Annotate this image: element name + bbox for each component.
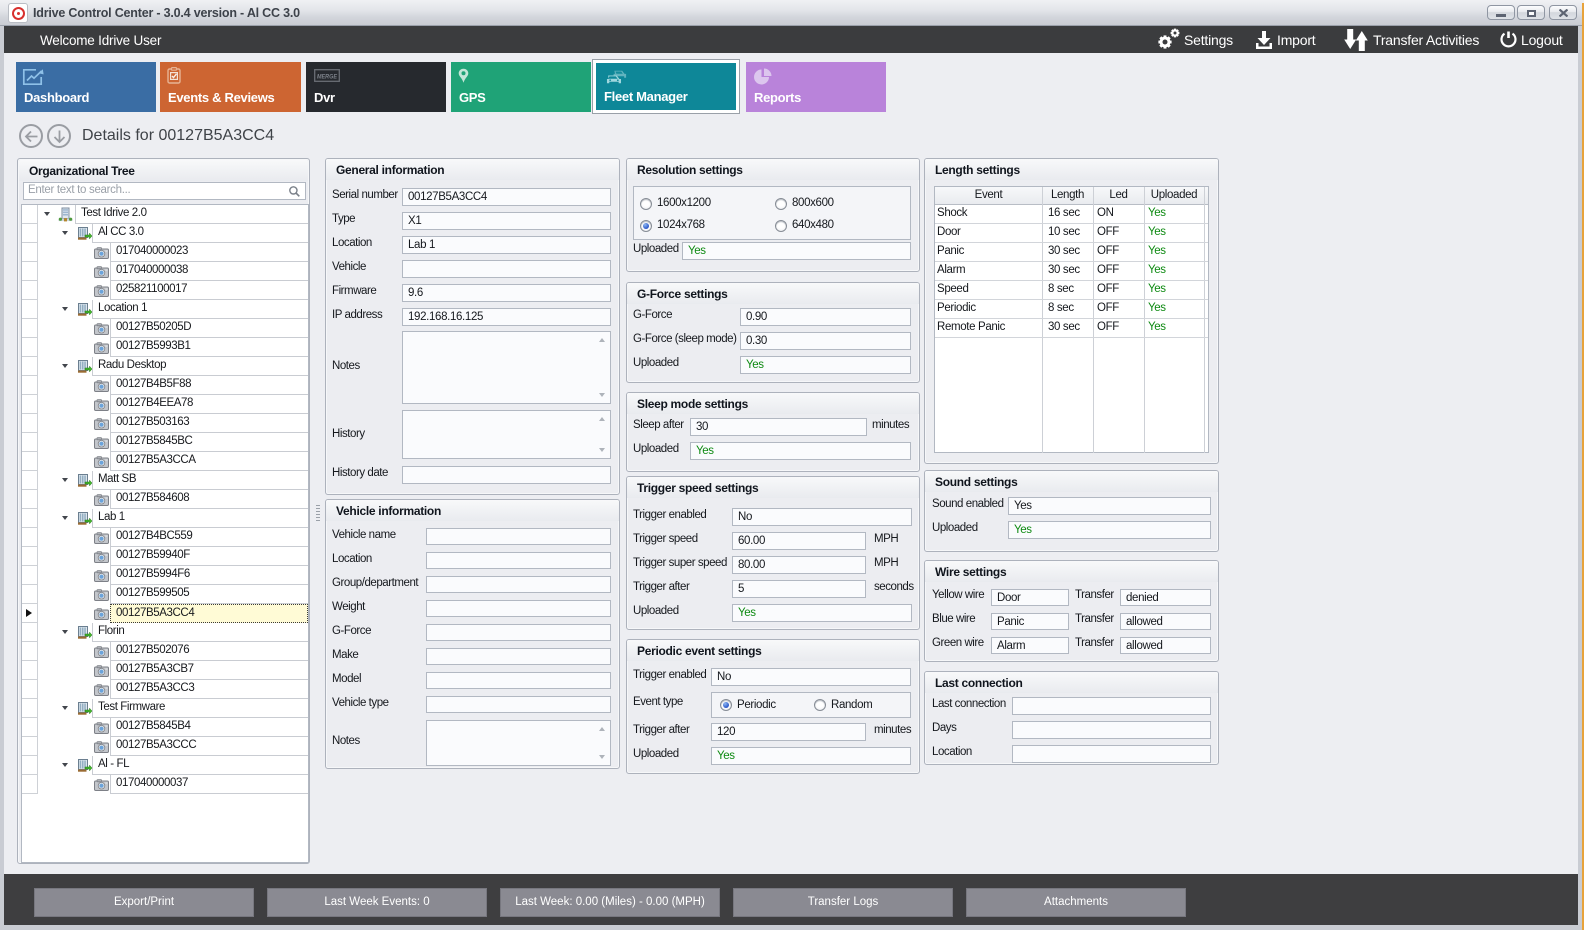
svg-text:MERGE: MERGE <box>317 73 338 80</box>
